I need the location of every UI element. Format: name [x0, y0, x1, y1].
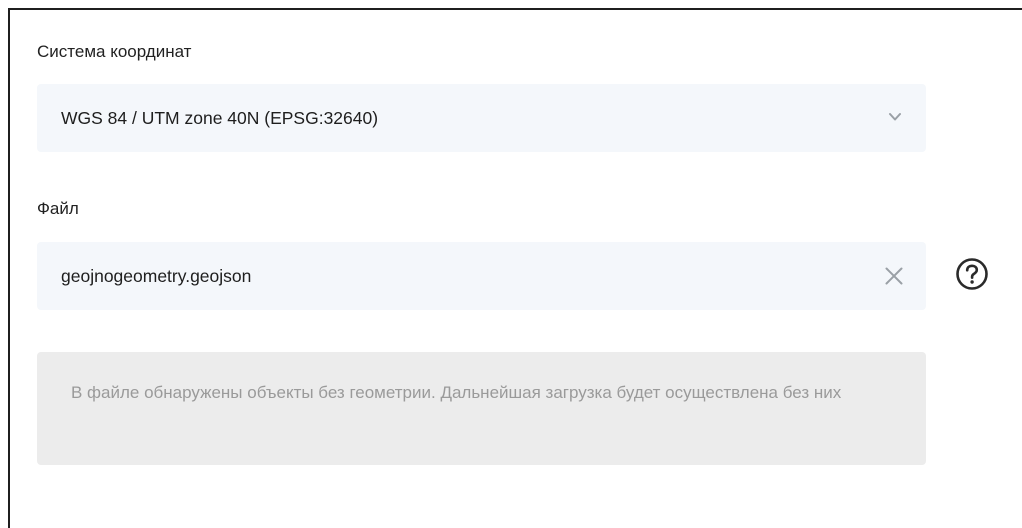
notice-text: В файле обнаружены объекты без геометрии… — [71, 383, 842, 402]
notice-box: В файле обнаружены объекты без геометрии… — [37, 352, 926, 465]
file-name: geojnogeometry.geojson — [61, 265, 252, 286]
file-label: Файл — [37, 199, 79, 218]
crs-selected-value: WGS 84 / UTM zone 40N (EPSG:32640) — [61, 107, 379, 128]
crs-label: Система координат — [37, 42, 192, 61]
file-field[interactable]: geojnogeometry.geojson — [37, 242, 926, 310]
chevron-down-icon[interactable] — [888, 110, 902, 124]
close-icon[interactable] — [884, 266, 904, 286]
help-icon[interactable] — [955, 257, 989, 291]
crs-select[interactable]: WGS 84 / UTM zone 40N (EPSG:32640) — [37, 84, 926, 152]
